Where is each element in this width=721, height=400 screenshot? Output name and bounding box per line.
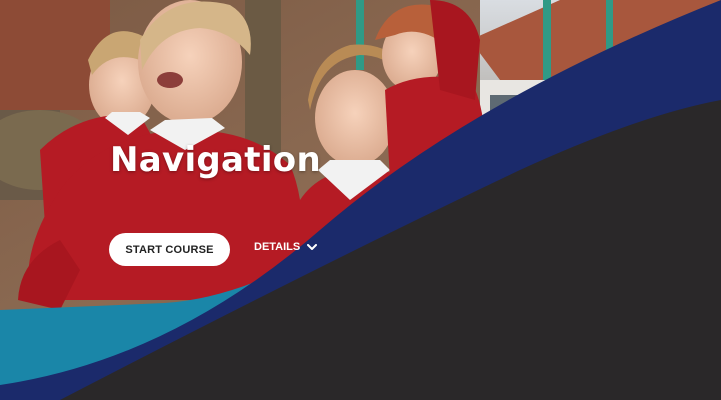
- start-course-button[interactable]: START COURSE: [109, 233, 230, 266]
- chevron-down-icon: [307, 243, 318, 251]
- details-label: DETAILS: [254, 241, 301, 253]
- page-title: Navigation: [110, 140, 321, 180]
- wave-bands: [0, 0, 721, 400]
- course-hero: Navigation START COURSE DETAILS: [0, 0, 721, 400]
- details-toggle[interactable]: DETAILS: [254, 241, 318, 253]
